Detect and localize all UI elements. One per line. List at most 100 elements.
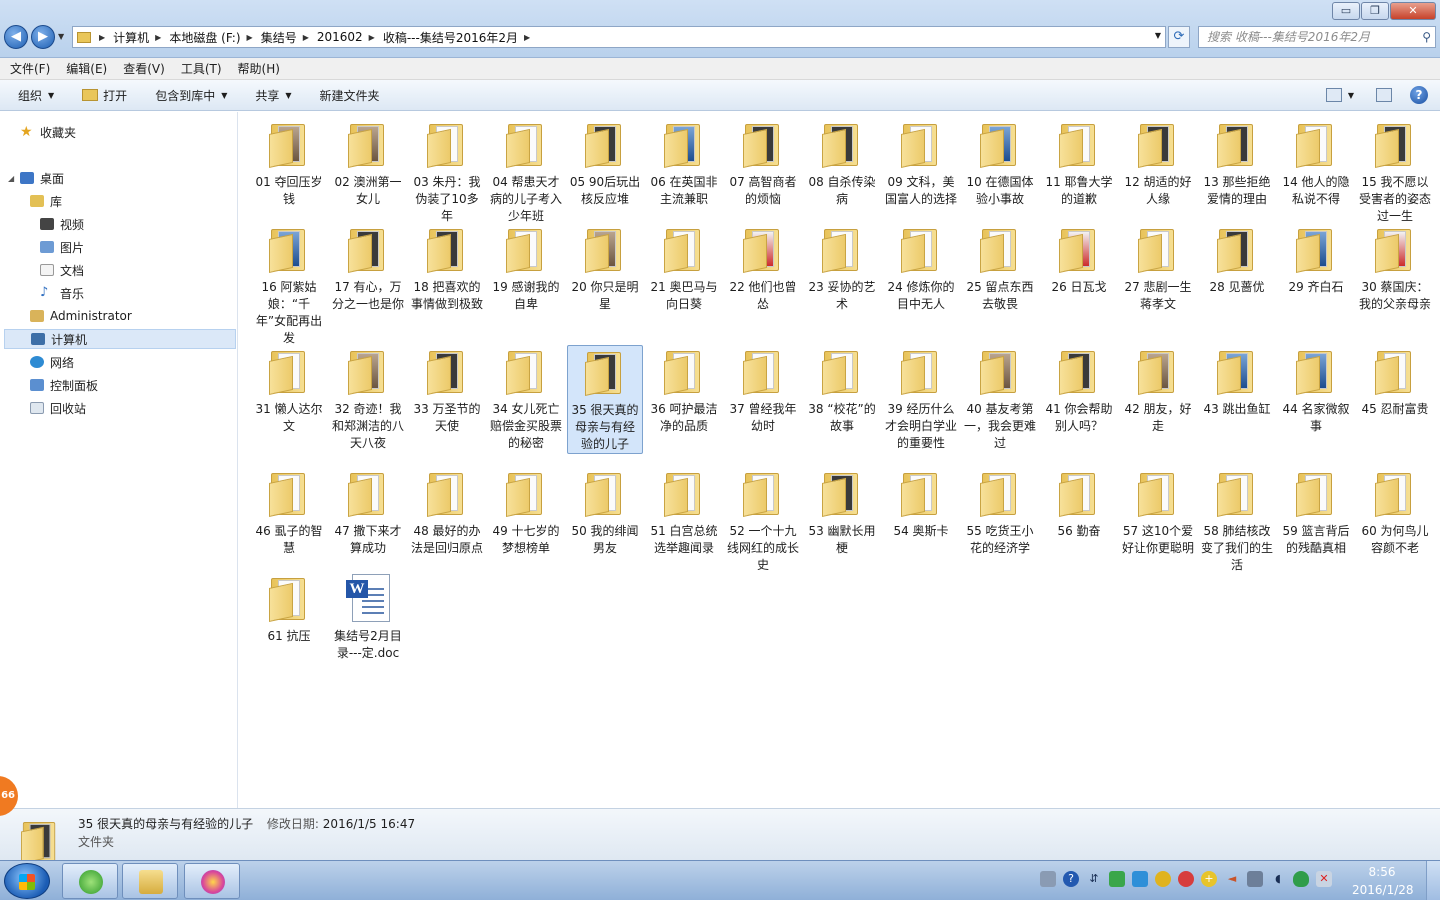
folder-item[interactable]: 61 抗压 — [251, 572, 327, 645]
nav-network[interactable]: 网络 — [30, 352, 74, 372]
folder-item[interactable]: 47 撒下来才算成功 — [330, 467, 406, 557]
taskbar-app-flower[interactable] — [184, 863, 240, 899]
taskbar-app-explorer[interactable] — [122, 863, 178, 899]
chevron-right-icon[interactable]: ▶ — [99, 33, 105, 42]
clock[interactable]: 8:56 2016/1/28 — [1352, 863, 1414, 899]
folder-item[interactable]: 14 他人的隐私说不得 — [1278, 118, 1354, 208]
folder-item[interactable]: 39 经历什么才会明白学业的重要性 — [883, 345, 959, 452]
folder-item[interactable]: 16 阿紫姑娘：“千年”女配再出发 — [251, 223, 327, 347]
folder-item[interactable]: 60 为何鸟儿容颜不老 — [1357, 467, 1433, 557]
folder-item[interactable]: 10 在德国体验小事故 — [962, 118, 1038, 208]
qq-penguin-icon-2[interactable] — [1178, 871, 1194, 887]
folder-item[interactable]: 07 高智商者的烦恼 — [725, 118, 801, 208]
recent-pages-dropdown-icon[interactable]: ▼ — [58, 32, 64, 41]
minimize-button[interactable]: ▭ — [1332, 2, 1360, 20]
breadcrumb-segment[interactable]: 本地磁盘 (F:) — [169, 29, 240, 46]
chevron-right-icon[interactable]: ▶ — [524, 33, 530, 42]
help-tray-icon[interactable]: ? — [1063, 871, 1079, 887]
menu-tools[interactable]: 工具(T) — [181, 60, 222, 77]
folder-item[interactable]: 25 留点东西去敬畏 — [962, 223, 1038, 313]
folder-item[interactable]: 12 胡适的好人缘 — [1120, 118, 1196, 208]
folder-item[interactable]: 28 见蔷优 — [1199, 223, 1275, 296]
speaker-tray-icon[interactable]: ◄ — [1224, 871, 1240, 887]
folder-item[interactable]: 18 把喜欢的事情做到极致 — [409, 223, 485, 313]
folder-item[interactable]: 36 呵护最洁净的品质 — [646, 345, 722, 435]
folder-item[interactable]: 30 蔡国庆：我的父亲母亲 — [1357, 223, 1433, 313]
folder-item[interactable]: 26 日瓦戈 — [1041, 223, 1117, 296]
refresh-button[interactable]: ⟳ — [1168, 26, 1190, 48]
folder-item[interactable]: 52 一个十九线网红的成长史 — [725, 467, 801, 574]
qq-penguin-icon[interactable] — [1155, 871, 1171, 887]
collapse-icon[interactable]: ◢ — [8, 174, 14, 183]
folder-item[interactable]: 19 感谢我的自卑 — [488, 223, 564, 313]
folder-item[interactable]: 22 他们也曾怂 — [725, 223, 801, 313]
folder-item[interactable]: 21 奥巴马与向日葵 — [646, 223, 722, 313]
nav-computer[interactable]: 计算机 — [4, 329, 236, 349]
forward-button[interactable]: ▶ — [31, 25, 55, 49]
search-input[interactable]: 搜索 收稿---集结号2016年2月 ⚲ — [1198, 26, 1436, 48]
folder-item[interactable]: 34 女儿死亡赔偿金买股票的秘密 — [488, 345, 564, 452]
folder-item[interactable]: 54 奥斯卡 — [883, 467, 959, 540]
help-icon[interactable]: ? — [1410, 86, 1428, 104]
nav-user[interactable]: Administrator — [30, 306, 132, 326]
search-icon[interactable]: ⚲ — [1422, 27, 1431, 47]
folder-item[interactable]: 45 忍耐富贵 — [1357, 345, 1433, 418]
chevron-right-icon[interactable]: ▶ — [155, 33, 161, 42]
taskbar-app-refresh[interactable] — [62, 863, 118, 899]
folder-item[interactable]: 57 这10个爱好让你更聪明 — [1120, 467, 1196, 557]
folder-item[interactable]: 58 肺结核改变了我们的生活 — [1199, 467, 1275, 574]
nav-libraries[interactable]: 库 — [30, 191, 62, 211]
folder-item[interactable]: 32 奇迹！我和郑渊洁的八天八夜 — [330, 345, 406, 452]
folder-item[interactable]: 38 “校花”的故事 — [804, 345, 880, 435]
app-tray-icon[interactable] — [1109, 871, 1125, 887]
open-button[interactable]: 打开 — [82, 87, 127, 104]
folder-item[interactable]: 04 帮患天才病的儿子考入少年班 — [488, 118, 564, 225]
file-item[interactable]: W 集结号2月目录---定.doc — [330, 572, 406, 662]
keyboard-icon[interactable] — [1040, 871, 1056, 887]
folder-item[interactable]: 53 幽默长用梗 — [804, 467, 880, 557]
share-button[interactable]: 共享 ▼ — [255, 87, 291, 104]
folder-item[interactable]: 05 90后玩出核反应堆 — [567, 118, 643, 208]
shield-icon[interactable] — [1293, 871, 1309, 887]
nav-documents[interactable]: 文档 — [40, 260, 84, 280]
address-bar[interactable]: ▶ 计算机 ▶ 本地磁盘 (F:) ▶ 集结号 ▶ 201602 ▶ 收稿---… — [72, 26, 1166, 48]
folder-item[interactable]: 50 我的绯闻男友 — [567, 467, 643, 557]
start-button[interactable] — [4, 863, 50, 899]
nav-pictures[interactable]: 图片 — [40, 237, 84, 257]
chevron-right-icon[interactable]: ▶ — [369, 33, 375, 42]
nav-video[interactable]: 视频 — [40, 214, 84, 234]
chevron-right-icon[interactable]: ▶ — [303, 33, 309, 42]
folder-item[interactable]: 51 白宫总统选举趣闻录 — [646, 467, 722, 557]
breadcrumb-segment[interactable]: 收稿---集结号2016年2月 — [383, 29, 518, 46]
folder-item[interactable]: 09 文科，美国富人的选择 — [883, 118, 959, 208]
folder-item[interactable]: 40 基友考第一，我会更难过 — [962, 345, 1038, 452]
folder-item[interactable]: 49 十七岁的梦想榜单 — [488, 467, 564, 557]
menu-file[interactable]: 文件(F) — [10, 60, 50, 77]
chevron-down-icon[interactable]: ▼ — [1348, 91, 1354, 100]
network-status-icon[interactable]: ✕ — [1316, 871, 1332, 887]
folder-item[interactable]: 01 夺回压岁钱 — [251, 118, 327, 208]
breadcrumb-segment[interactable]: 集结号 — [261, 29, 297, 46]
nav-favorites[interactable]: ★ 收藏夹 — [20, 122, 76, 142]
nav-desktop[interactable]: 桌面 — [20, 168, 64, 188]
folder-item[interactable]: 59 篮言背后的残酷真相 — [1278, 467, 1354, 557]
folder-item[interactable]: 46 虱子的智慧 — [251, 467, 327, 557]
folder-item[interactable]: 41 你会帮助别人吗？ — [1041, 345, 1117, 435]
folder-item[interactable]: 31 懒人达尔文 — [251, 345, 327, 435]
folder-item[interactable]: 43 跳出鱼缸 — [1199, 345, 1275, 418]
folder-item[interactable]: 13 那些拒绝爱情的理由 — [1199, 118, 1275, 208]
menu-edit[interactable]: 编辑(E) — [66, 60, 107, 77]
folder-item[interactable]: 56 勤奋 — [1041, 467, 1117, 540]
tray-expand-icon[interactable]: ⇵ — [1086, 871, 1102, 887]
chevron-right-icon[interactable]: ▶ — [247, 33, 253, 42]
folder-item[interactable]: 20 你只是明星 — [567, 223, 643, 313]
new-folder-button[interactable]: 新建文件夹 — [320, 87, 380, 104]
folder-item[interactable]: 29 齐白石 — [1278, 223, 1354, 296]
folder-item[interactable]: 03 朱丹：我伪装了10多年 — [409, 118, 485, 225]
back-button[interactable]: ◀ — [4, 25, 28, 49]
folder-item[interactable]: 23 妥协的艺术 — [804, 223, 880, 313]
folder-item[interactable]: 02 澳洲第一女儿 — [330, 118, 406, 208]
folder-item[interactable]: 35 很天真的母亲与有经验的儿子 — [567, 345, 643, 454]
breadcrumb-segment[interactable]: 201602 — [317, 30, 363, 44]
folder-item[interactable]: 17 有心，万分之一也是你 — [330, 223, 406, 313]
